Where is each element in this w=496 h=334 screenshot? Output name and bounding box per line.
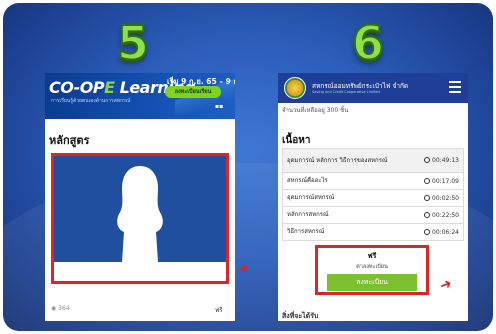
lesson-list: อุดมการณ์ หลักการ วิธีการของสหกรณ์ 00:49… [282, 148, 464, 241]
clock-icon [424, 211, 431, 218]
banner-register-button[interactable]: ลงทะเบียนเรียน [165, 86, 221, 98]
clock-icon [424, 228, 431, 235]
content-heading: เนื้อหา [282, 135, 311, 146]
course-price: ฟรี [215, 307, 223, 314]
lesson-row[interactable]: วิธีการสหกรณ์ 00:06:24 [282, 224, 464, 241]
course-section-heading: หลักสูตร [49, 134, 90, 147]
lesson-row[interactable]: อุดมการณ์สหกรณ์ 00:02:50 [282, 190, 464, 207]
clock-icon [424, 157, 431, 163]
step-number-6: 6 [351, 16, 385, 70]
benefits-heading: สิ่งที่จะได้รับ [282, 312, 319, 320]
step-number-5: 5 [116, 16, 150, 70]
lesson-row[interactable]: สหกรณ์คืออะไร 00:17:09 [282, 173, 464, 190]
registration-box: ฟรี ค่าลงทะเบียน ลงทะเบียน [315, 245, 429, 295]
registration-fee-label: ค่าลงทะเบียน [356, 264, 388, 270]
banner-subtitle: การเรียนรู้ด้วยตนเองด้านการสหกรณ์ [51, 98, 131, 104]
coop-elearning-banner[interactable]: CO-OPE Learning การเรียนรู้ด้วยตนเองด้าน… [45, 73, 235, 119]
seats-remaining: จำนวนที่เหลืออยู่ 300 ชิ้น [282, 107, 349, 114]
clock-icon [424, 194, 431, 201]
registration-price: ฟรี [367, 252, 377, 260]
coop-logo[interactable] [284, 77, 306, 99]
lesson-row[interactable]: หลักการสหกรณ์ 00:22:50 [282, 207, 464, 224]
clock-icon [424, 177, 431, 184]
org-name-english: Saving and Credit Cooperative Limited [312, 90, 380, 94]
hamburger-menu-icon[interactable] [449, 81, 461, 93]
register-button[interactable]: ลงทะเบียน [327, 274, 417, 291]
view-count: ◉ 364 [51, 305, 70, 312]
lesson-row[interactable]: อุดมการณ์ หลักการ วิธีการของสหกรณ์ 00:49… [282, 148, 464, 173]
site-header: สหกรณ์ออมทรัพย์กระเป๋าไฟ จำกัด Saving an… [278, 73, 468, 103]
person-silhouette-icon [117, 166, 163, 262]
dots-icon: ▪▪ [215, 103, 224, 110]
course-listing-screenshot: CO-OPE Learning การเรียนรู้ด้วยตนเองด้าน… [45, 73, 235, 321]
course-card-image[interactable] [51, 153, 229, 284]
